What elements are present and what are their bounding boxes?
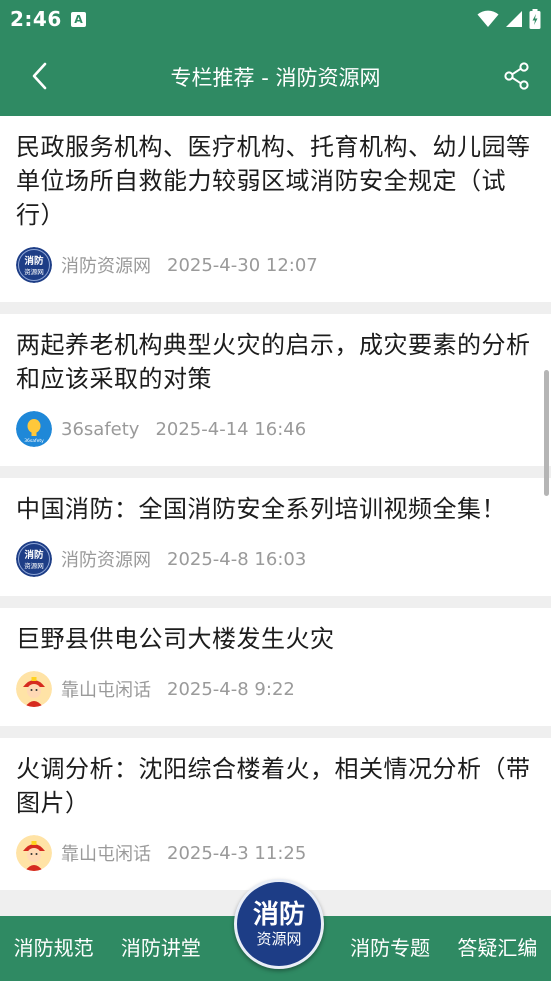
nav-item-lectures[interactable]: 消防讲堂 (107, 916, 214, 981)
article-source: 消防资源网 (61, 256, 151, 277)
xiaofang-logo-icon: 消防 资源网 (16, 541, 52, 577)
article-card[interactable]: 巨野县供电公司大楼发生火灾 靠山屯闲话 2025-4-8 9:22 (0, 608, 551, 726)
svg-text:消防: 消防 (24, 549, 44, 561)
article-source: 消防资源网 (61, 550, 151, 571)
article-meta: 消防 资源网 消防资源网 2025-4-30 12:07 (16, 246, 535, 284)
battery-icon (529, 9, 541, 29)
nav-item-fire-codes[interactable]: 消防规范 (0, 916, 107, 981)
share-button[interactable] (501, 60, 533, 92)
back-button[interactable] (20, 56, 60, 96)
article-date: 2025-4-8 9:22 (167, 678, 295, 700)
article-meta: 消防 资源网 消防资源网 2025-4-8 16:03 (16, 540, 535, 578)
article-title: 巨野县供电公司大楼发生火灾 (16, 625, 335, 653)
article-date: 2025-4-8 16:03 (167, 548, 307, 570)
firefighter-avatar-icon (16, 671, 52, 707)
app-screen: 2:46 A 专栏推荐 - 消防资源网 民政服务机构、医疗机构、托育机构、幼儿园… (0, 0, 551, 981)
article-meta: 靠山屯闲话 2025-4-8 9:22 (16, 670, 535, 708)
article-source: 36safety (61, 418, 140, 440)
xiaofang-logo-icon: 消防 资源网 (16, 247, 52, 283)
article-source: 靠山屯闲话 (61, 680, 151, 701)
article-title: 民政服务机构、医疗机构、托育机构、幼儿园等单位场所自救能力较弱区域消防安全规定（… (16, 133, 531, 229)
article-meta: 靠山屯闲话 2025-4-3 11:25 (16, 834, 535, 872)
share-icon (504, 62, 529, 90)
article-meta: 36safety 36safety 2025-4-14 16:46 (16, 410, 535, 448)
nav-item-qa[interactable]: 答疑汇编 (444, 916, 551, 981)
wifi-icon (477, 10, 499, 27)
article-card[interactable]: 民政服务机构、医疗机构、托育机构、幼儿园等单位场所自救能力较弱区域消防安全规定（… (0, 116, 551, 302)
logo-line2: 资源网 (256, 930, 302, 948)
page-title: 专栏推荐 - 消防资源网 (170, 66, 381, 90)
top-bar: 2:46 A 专栏推荐 - 消防资源网 (0, 0, 551, 116)
cellular-signal-icon (506, 11, 522, 27)
svg-text:消防: 消防 (24, 255, 44, 267)
status-time: 2:46 (10, 7, 62, 31)
page-header: 专栏推荐 - 消防资源网 (0, 38, 551, 116)
chevron-left-icon (32, 62, 47, 90)
article-title: 中国消防：全国消防安全系列培训视频全集！ (16, 495, 506, 523)
article-date: 2025-4-3 11:25 (167, 842, 307, 864)
article-source: 靠山屯闲话 (61, 844, 151, 865)
notification-icon: A (71, 12, 86, 27)
status-bar: 2:46 A (0, 0, 551, 38)
firefighter-avatar-icon (16, 835, 52, 871)
article-card[interactable]: 火调分析：沈阳综合楼着火，相关情况分析（带图片） 靠山屯闲话 2025-4-3 … (0, 738, 551, 890)
svg-text:资源网: 资源网 (24, 267, 44, 276)
logo-line1: 消防 (252, 900, 305, 930)
article-title: 火调分析：沈阳综合楼着火，相关情况分析（带图片） (16, 755, 531, 817)
article-date: 2025-4-30 12:07 (167, 254, 318, 276)
svg-text:资源网: 资源网 (24, 561, 44, 570)
article-card[interactable]: 中国消防：全国消防安全系列培训视频全集！ 消防 资源网 消防资源网 2025-4… (0, 478, 551, 596)
home-logo-button[interactable]: 消防 资源网 (234, 879, 324, 969)
list-scrollbar[interactable] (544, 370, 549, 496)
nav-item-topics[interactable]: 消防专题 (337, 916, 444, 981)
svg-text:36safety: 36safety (24, 438, 44, 444)
article-title: 两起养老机构典型火灾的启示，成灾要素的分析和应该采取的对策 (16, 331, 531, 393)
article-card[interactable]: 两起养老机构典型火灾的启示，成灾要素的分析和应该采取的对策 36safety 3… (0, 314, 551, 466)
status-icons (477, 9, 541, 29)
36safety-logo-icon: 36safety (16, 411, 52, 447)
article-list[interactable]: 民政服务机构、医疗机构、托育机构、幼儿园等单位场所自救能力较弱区域消防安全规定（… (0, 116, 551, 916)
article-date: 2025-4-14 16:46 (155, 418, 307, 440)
